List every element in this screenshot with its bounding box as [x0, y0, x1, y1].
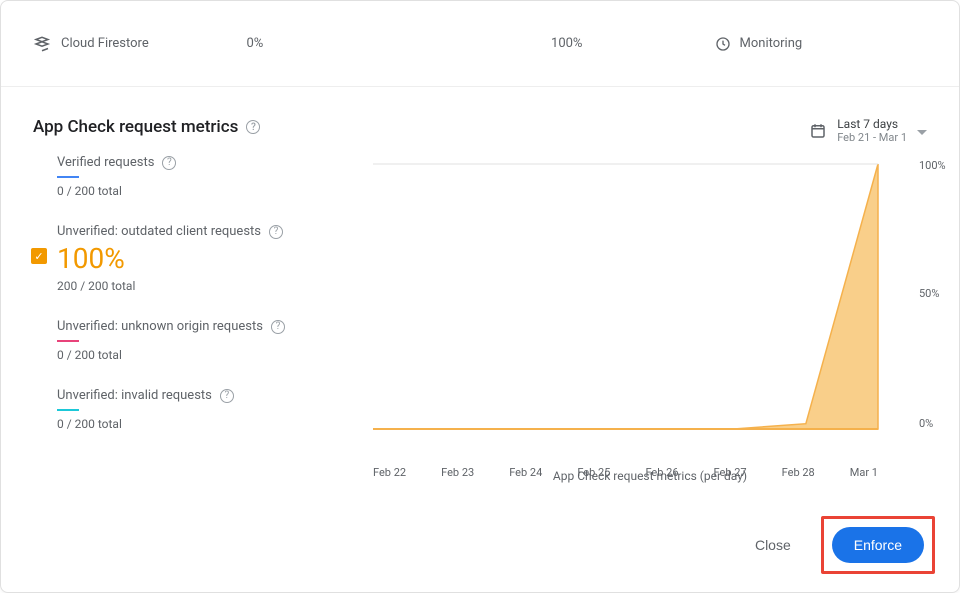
- metric-verified[interactable]: Verified requests ? 0 / 200 total: [57, 155, 373, 198]
- enforce-button[interactable]: Enforce: [832, 527, 924, 563]
- metric-unknown[interactable]: Unverified: unknown origin requests ? 0 …: [57, 319, 373, 362]
- chart-column: 100% 50% 0% Feb 22 Feb 23 Feb 24 Feb 25 …: [373, 155, 927, 483]
- y-tick: 50%: [919, 287, 939, 300]
- metric-label-text: Unverified: unknown origin requests: [57, 319, 263, 334]
- chevron-down-icon: [917, 121, 927, 140]
- x-tick: Feb 25: [577, 466, 610, 479]
- pct-unverified: 100%: [460, 36, 674, 51]
- x-tick: Feb 23: [441, 466, 474, 479]
- y-tick: 100%: [919, 159, 946, 172]
- enforce-highlight: Enforce: [821, 516, 935, 574]
- date-range-sub: Feb 21 - Mar 1: [837, 131, 907, 144]
- app-check-panel: Cloud Firestore 0% 100% Monitoring App C…: [0, 0, 960, 593]
- date-range-picker[interactable]: Last 7 days Feb 21 - Mar 1: [809, 117, 927, 145]
- help-icon[interactable]: ?: [162, 156, 176, 170]
- series-checkbox[interactable]: ✓: [31, 248, 47, 264]
- pct-verified: 0%: [247, 36, 461, 51]
- close-button[interactable]: Close: [739, 527, 807, 563]
- metric-percentage: 100%: [57, 245, 373, 273]
- clock-icon: [714, 35, 732, 53]
- metric-sub-text: 200 / 200 total: [57, 279, 373, 293]
- help-icon[interactable]: ?: [271, 320, 285, 334]
- help-icon[interactable]: ?: [269, 225, 283, 239]
- metric-label-text: Unverified: invalid requests: [57, 388, 212, 403]
- status-text: Monitoring: [740, 36, 803, 51]
- calendar-icon: [809, 122, 827, 140]
- y-tick: 0%: [919, 417, 933, 430]
- chart-svg: [373, 159, 913, 439]
- product-name: Cloud Firestore: [61, 36, 149, 51]
- metric-outdated[interactable]: ✓ Unverified: outdated client requests ?…: [57, 224, 373, 293]
- x-tick: Feb 22: [373, 466, 406, 479]
- date-range-text: Last 7 days Feb 21 - Mar 1: [837, 117, 907, 145]
- date-range-main: Last 7 days: [837, 117, 907, 131]
- metric-label-text: Unverified: outdated client requests: [57, 224, 261, 239]
- x-tick: Feb 26: [645, 466, 678, 479]
- metric-invalid[interactable]: Unverified: invalid requests ? 0 / 200 t…: [57, 388, 373, 431]
- product-summary-row: Cloud Firestore 0% 100% Monitoring: [1, 1, 959, 87]
- series-swatch: [57, 176, 79, 178]
- product-name-cell: Cloud Firestore: [33, 35, 247, 53]
- chart: 100% 50% 0% Feb 22 Feb 23 Feb 24 Feb 25 …: [373, 159, 913, 459]
- metric-sub-text: 0 / 200 total: [57, 417, 373, 431]
- x-axis: Feb 22 Feb 23 Feb 24 Feb 25 Feb 26 Feb 2…: [373, 466, 878, 479]
- metrics-legend: Verified requests ? 0 / 200 total ✓ Unve…: [33, 155, 373, 483]
- metric-label-text: Verified requests: [57, 155, 154, 170]
- section-title-text: App Check request metrics: [33, 117, 238, 137]
- help-icon[interactable]: ?: [220, 389, 234, 403]
- status-cell: Monitoring: [674, 35, 928, 53]
- footer-actions: Close Enforce: [739, 516, 935, 574]
- x-tick: Feb 27: [714, 466, 747, 479]
- x-tick: Mar 1: [850, 466, 878, 479]
- x-tick: Feb 28: [782, 466, 815, 479]
- series-swatch: [57, 340, 79, 342]
- series-swatch: [57, 409, 79, 411]
- firestore-icon: [33, 35, 51, 53]
- main-content: Verified requests ? 0 / 200 total ✓ Unve…: [1, 155, 959, 483]
- x-tick: Feb 24: [509, 466, 542, 479]
- metric-sub-text: 0 / 200 total: [57, 184, 373, 198]
- help-icon[interactable]: ?: [246, 120, 260, 134]
- metric-sub-text: 0 / 200 total: [57, 348, 373, 362]
